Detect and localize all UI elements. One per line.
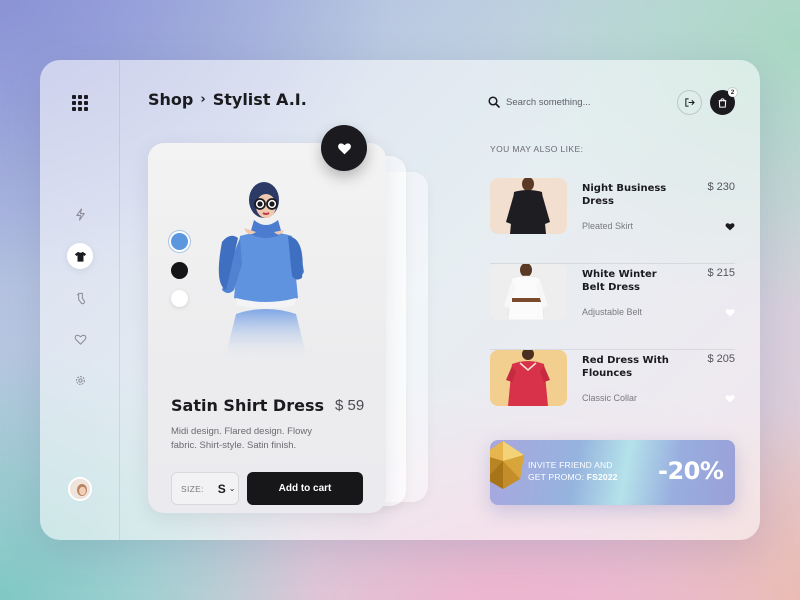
socks-icon — [76, 292, 85, 304]
sidebar-item-lightning[interactable] — [67, 201, 93, 227]
shopping-bag-icon — [718, 98, 727, 108]
apps-grid-icon[interactable] — [72, 95, 88, 111]
recommendation-thumbnail — [490, 350, 567, 406]
sidebar-item-tshirt[interactable] — [67, 243, 93, 269]
recommendation-name: White Winter Belt Dress — [582, 269, 657, 293]
gem-icon — [490, 441, 524, 489]
sidebar-item-settings[interactable] — [67, 367, 93, 393]
promo-discount: -20% — [658, 457, 724, 485]
promo-text-code-line: GET PROMO: FS2022 — [528, 472, 618, 482]
search-icon — [488, 96, 500, 108]
recommendation-item[interactable]: Red Dress With Flounces $ 205 Classic Co… — [490, 350, 735, 436]
recommendation-item[interactable]: Night Business Dress $ 230 Pleated Skirt — [490, 178, 735, 264]
favorite-button[interactable] — [321, 125, 367, 171]
heart-icon — [337, 142, 351, 154]
product-name: Satin Shirt Dress — [171, 396, 324, 415]
recommendation-price: $ 215 — [707, 267, 735, 279]
product-price: $ 59 — [335, 397, 365, 414]
breadcrumb-separator: › — [200, 92, 206, 107]
tshirt-icon — [74, 251, 86, 262]
logout-icon — [685, 98, 695, 107]
lightning-icon — [75, 207, 85, 221]
cart-button[interactable]: 2 — [710, 88, 737, 115]
heart-outline-icon[interactable] — [725, 394, 735, 403]
recommendation-subtitle: Classic Collar — [582, 393, 638, 403]
recommendation-thumbnail — [490, 264, 567, 320]
size-value: S — [217, 481, 226, 496]
black-dress-image — [490, 178, 567, 234]
sidebar-item-socks[interactable] — [67, 285, 93, 311]
recommendation-name: Night Business Dress — [582, 183, 667, 207]
add-to-cart-button[interactable]: Add to cart — [247, 472, 363, 505]
white-dress-image — [490, 264, 567, 320]
logout-button[interactable] — [677, 90, 702, 115]
size-label: SIZE: — [181, 483, 204, 494]
color-swatch-white[interactable] — [171, 290, 188, 307]
product-image — [218, 182, 308, 362]
sidebar — [40, 60, 120, 540]
search-input[interactable] — [506, 94, 646, 110]
avatar[interactable] — [68, 477, 92, 501]
promo-text: INVITE FRIEND AND — [528, 460, 613, 470]
app-window: Shop › Stylist A.I. Satin Shirt Dress $ … — [40, 60, 760, 540]
product-description: Midi design. Flared design. Flowy fabric… — [171, 426, 312, 451]
page-title: Stylist A.I. — [212, 90, 307, 109]
breadcrumb: Shop › Stylist A.I. — [148, 90, 307, 109]
heart-filled-icon[interactable] — [725, 222, 735, 231]
promo-code: FS2022 — [586, 472, 618, 482]
heart-icon — [74, 334, 86, 345]
recommendation-price: $ 205 — [707, 353, 735, 365]
chevron-down-icon: ⌄ — [228, 484, 236, 493]
recommendation-thumbnail — [490, 178, 567, 234]
cart-count-badge: 2 — [728, 88, 737, 97]
size-select[interactable]: SIZE: S ⌄ — [171, 472, 239, 505]
promo-text-prefix: GET PROMO: — [528, 472, 587, 482]
red-dress-image — [490, 350, 567, 406]
sidebar-item-favorites[interactable] — [67, 326, 93, 352]
color-swatch-blue[interactable] — [171, 233, 188, 250]
recommendations-heading: YOU MAY ALSO LIKE: — [490, 144, 584, 154]
user-avatar-image — [70, 479, 90, 499]
recommendation-subtitle: Adjustable Belt — [582, 307, 643, 317]
breadcrumb-root[interactable]: Shop — [148, 90, 193, 109]
heart-outline-icon[interactable] — [725, 308, 735, 317]
gear-icon — [75, 375, 85, 385]
recommendation-subtitle: Pleated Skirt — [582, 221, 634, 231]
recommendation-price: $ 230 — [707, 181, 735, 193]
recommendation-item[interactable]: White Winter Belt Dress $ 215 Adjustable… — [490, 264, 735, 350]
promo-banner[interactable]: INVITE FRIEND AND GET PROMO: FS2022 -20% — [490, 440, 735, 505]
recommendation-name: Red Dress With Flounces — [582, 355, 669, 379]
color-swatch-black[interactable] — [171, 262, 188, 279]
